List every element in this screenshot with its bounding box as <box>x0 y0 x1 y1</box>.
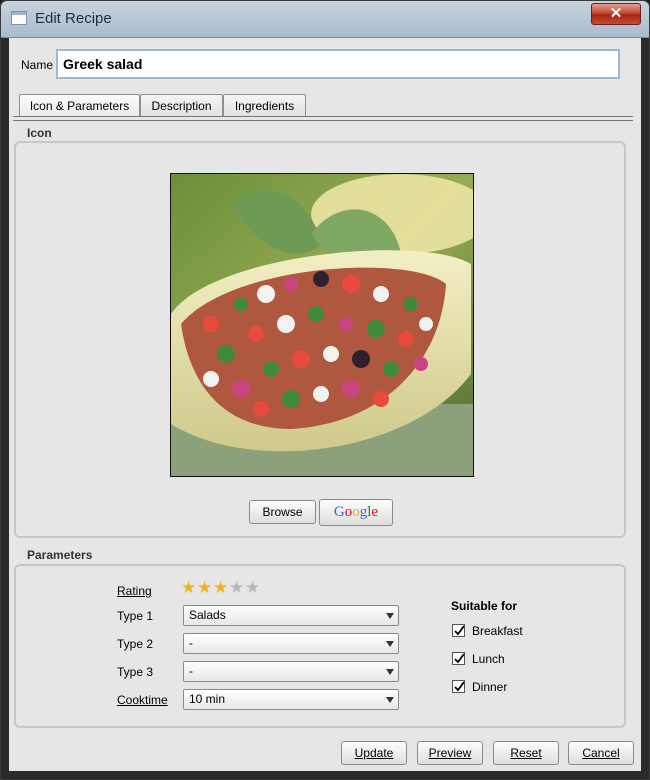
dinner-checkbox[interactable] <box>452 680 465 693</box>
lunch-checkbox[interactable] <box>452 652 465 665</box>
google-search-button[interactable]: Google <box>319 499 393 526</box>
chevron-down-icon <box>386 641 394 647</box>
type1-label: Type 1 <box>117 609 154 623</box>
parameters-section-title: Parameters <box>27 548 93 562</box>
preview-button[interactable]: Preview <box>417 741 483 765</box>
checkmark-icon <box>454 681 465 692</box>
type3-label: Type 3 <box>117 665 154 679</box>
type3-value: - <box>189 664 193 678</box>
icon-section-title: Icon <box>27 126 52 140</box>
cooktime-label: Cooktime <box>117 693 168 707</box>
tab-divider <box>13 116 633 121</box>
cooktime-value: 10 min <box>189 692 226 706</box>
tab-ingredients[interactable]: Ingredients <box>223 94 306 116</box>
type2-value: - <box>189 636 193 650</box>
type1-value: Salads <box>189 608 226 622</box>
close-button[interactable]: ✕ <box>591 3 641 25</box>
cancel-button[interactable]: Cancel <box>568 741 634 765</box>
update-button[interactable]: Update <box>341 741 407 765</box>
tab-description[interactable]: Description <box>140 94 223 116</box>
chevron-down-icon <box>386 669 394 675</box>
breakfast-label[interactable]: Breakfast <box>472 624 523 638</box>
checkmark-icon <box>454 625 465 636</box>
name-field[interactable] <box>56 49 620 79</box>
star-icon[interactable]: ★ <box>229 579 244 596</box>
breakfast-checkbox[interactable] <box>452 624 465 637</box>
title-bar[interactable]: Edit Recipe ✕ <box>1 1 649 38</box>
reset-button[interactable]: Reset <box>493 741 559 765</box>
star-icon[interactable]: ★ <box>181 579 196 596</box>
rating-label: Rating <box>117 584 152 598</box>
checkmark-icon <box>454 653 465 664</box>
close-icon: ✕ <box>609 5 623 22</box>
type3-select[interactable]: - <box>183 661 399 682</box>
type2-select[interactable]: - <box>183 633 399 654</box>
reset-button-label: Reset <box>510 746 542 760</box>
star-icon[interactable]: ★ <box>213 579 228 596</box>
star-icon[interactable]: ★ <box>245 579 260 596</box>
tab-icon-parameters[interactable]: Icon & Parameters <box>19 94 140 116</box>
name-label: Name <box>21 58 54 72</box>
type1-select[interactable]: Salads <box>183 605 399 626</box>
lunch-label[interactable]: Lunch <box>472 652 505 666</box>
edit-recipe-window: Edit Recipe ✕ Name Icon & Parameters Des… <box>0 0 650 780</box>
chevron-down-icon <box>386 613 394 619</box>
star-icon[interactable]: ★ <box>197 579 212 596</box>
cancel-button-label: Cancel <box>582 746 620 760</box>
preview-button-label: Preview <box>428 746 472 760</box>
dinner-label[interactable]: Dinner <box>472 680 507 694</box>
dialog-content: Name Icon & Parameters Description Ingre… <box>9 38 641 771</box>
google-logo: Google <box>333 504 379 520</box>
chevron-down-icon <box>386 697 394 703</box>
window-app-icon <box>11 11 27 25</box>
type2-label: Type 2 <box>117 637 154 651</box>
suitable-for-title: Suitable for <box>451 599 518 613</box>
recipe-photo <box>170 173 474 477</box>
browse-button[interactable]: Browse <box>249 500 316 524</box>
update-button-label: Update <box>354 746 394 760</box>
cooktime-select[interactable]: 10 min <box>183 689 399 710</box>
window-title: Edit Recipe <box>35 10 112 27</box>
